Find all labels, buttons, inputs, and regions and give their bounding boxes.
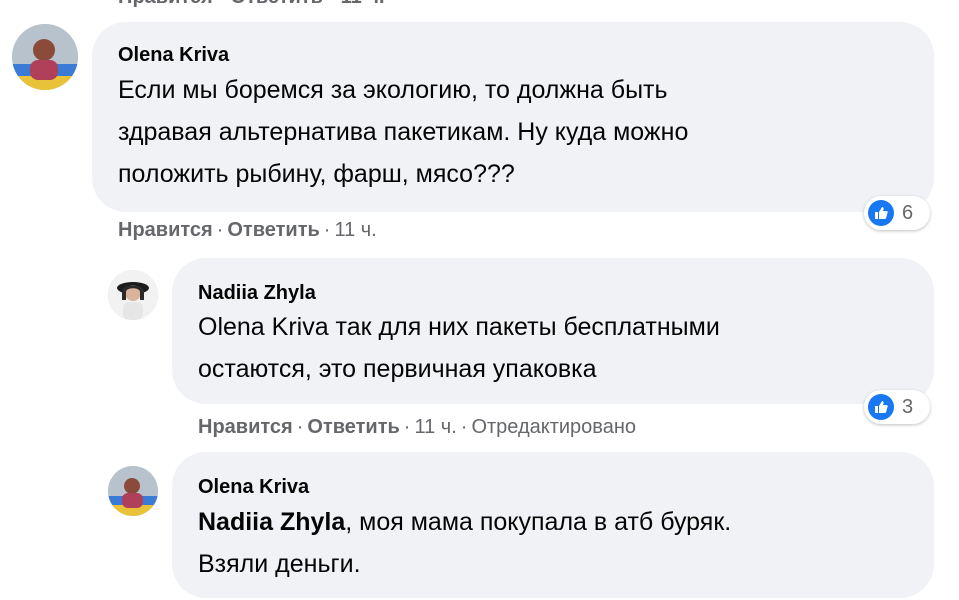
like-button[interactable]: Нравится (118, 219, 213, 241)
comment-text-line: Olena Kriva так для них пакеты бесплатны… (198, 313, 720, 341)
previous-comment-actions: Нравится · Ответить · 11 ч. (118, 0, 385, 9)
like-button[interactable]: Нравится (198, 416, 293, 438)
edited-label[interactable]: Отредактировано (471, 416, 636, 438)
mention-link[interactable]: Nadiia Zhyla (198, 508, 345, 536)
comment-text-line: Nadiia Zhyla, моя мама покупала в атб бу… (198, 501, 918, 543)
reply-button[interactable]: Ответить (307, 416, 399, 438)
comment-text-line: Взяли деньги. (198, 550, 361, 578)
separator: · (460, 416, 468, 438)
like-icon (868, 200, 894, 226)
timestamp[interactable]: 11 ч. (334, 219, 376, 241)
comment-text-line: положить рыбину, фарш, мясо??? (118, 160, 515, 188)
reaction-count-value: 6 (902, 201, 914, 224)
comment-text-fragment: , моя мама покупала в атб буряк. (345, 508, 732, 536)
avatar[interactable] (108, 270, 158, 320)
comment-text: Если мы боремся за экологию, то должна б… (118, 69, 918, 195)
comment-text-line: остаются, это первичная упаковка (198, 355, 597, 383)
avatar-photo-icon (108, 466, 158, 516)
avatar-photo-icon (12, 24, 78, 90)
separator: · (323, 219, 331, 241)
reaction-count-value: 3 (902, 395, 914, 418)
comment-actions: Нравится · Ответить · 11 ч. · Отредактировано (198, 416, 636, 439)
reaction-count[interactable]: 6 (864, 196, 930, 230)
comment-text-line: здравая альтернатива пакетикам. Ну куда … (118, 118, 689, 146)
avatar[interactable] (108, 466, 158, 516)
avatar[interactable] (12, 24, 78, 90)
separator: · (296, 416, 304, 438)
comment-text: Nadiia Zhyla, моя мама покупала в атб бу… (198, 501, 918, 585)
comment-author[interactable]: Nadiia Zhyla (198, 282, 316, 305)
timestamp[interactable]: 11 ч. (414, 416, 456, 438)
separator: · (403, 416, 411, 438)
comment-author[interactable]: Olena Kriva (198, 476, 309, 499)
avatar-photo-icon (108, 270, 158, 320)
like-icon (868, 394, 894, 420)
comment-actions: Нравится · Ответить · 11 ч. (118, 219, 377, 242)
reaction-count[interactable]: 3 (864, 390, 930, 424)
reply-button[interactable]: Ответить (227, 219, 319, 241)
comment-text-line: Если мы боремся за экологию, то должна б… (118, 76, 668, 104)
comment-author[interactable]: Olena Kriva (118, 44, 229, 67)
comment-text: Olena Kriva так для них пакеты бесплатны… (198, 306, 918, 390)
separator: · (216, 219, 224, 241)
